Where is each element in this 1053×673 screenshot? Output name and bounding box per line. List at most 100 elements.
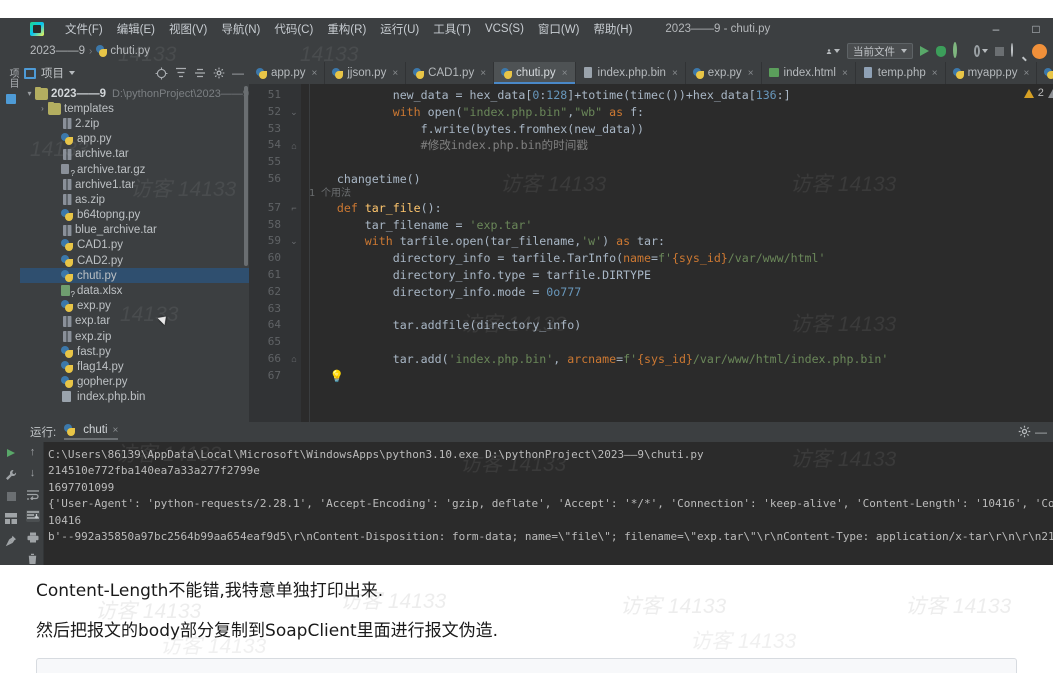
code-line[interactable]: new_data = hex_data[0:128]+totime(timec(…: [301, 87, 1053, 104]
tree-item[interactable]: as.zip: [20, 192, 249, 207]
tree-item[interactable]: CAD1.py: [20, 238, 249, 253]
chevron-down-icon[interactable]: [69, 71, 75, 75]
tree-item[interactable]: exp.tar: [20, 314, 249, 329]
tree-item[interactable]: app.py: [20, 132, 249, 147]
maximize-button[interactable]: □: [1027, 22, 1045, 36]
menu-help[interactable]: 帮助(H): [586, 21, 639, 37]
code-line[interactable]: #修改index.php.bin的时间戳: [301, 137, 1053, 154]
editor-tab-exp-py[interactable]: exp.py ×: [686, 62, 762, 84]
close-icon[interactable]: ×: [842, 68, 848, 79]
menu-vcs[interactable]: VCS(S): [478, 23, 531, 35]
layout-icon[interactable]: [4, 512, 18, 525]
tree-item[interactable]: flag14.py: [20, 359, 249, 374]
code-line[interactable]: changetime(): [301, 171, 1053, 188]
pin-icon[interactable]: [4, 534, 18, 547]
menu-refactor[interactable]: 重构(R): [320, 21, 373, 37]
editor-tab-index-php-bin[interactable]: index.php.bin ×: [576, 62, 686, 84]
code-line[interactable]: directory_info = tarfile.TarInfo(name=f'…: [301, 250, 1053, 267]
scroll-up-icon[interactable]: ↑: [26, 446, 40, 458]
editor-tab-index-html[interactable]: index.html ×: [762, 62, 856, 84]
target-icon[interactable]: [155, 66, 169, 80]
editor-tab-up[interactable]: up: [1037, 62, 1053, 84]
disclosure-triangle-icon[interactable]: ›: [37, 104, 48, 113]
tree-item[interactable]: 2.zip: [20, 116, 249, 131]
print-icon[interactable]: [26, 531, 40, 543]
sidebar-vertical-label[interactable]: 项目: [5, 68, 20, 88]
minimize-panel-icon[interactable]: —: [231, 66, 245, 80]
disclosure-triangle-icon[interactable]: ▾: [24, 89, 35, 98]
scroll-down-icon[interactable]: ↓: [26, 467, 40, 479]
soft-wrap-icon[interactable]: [26, 489, 40, 501]
menu-edit[interactable]: 编辑(E): [110, 21, 162, 37]
code-line[interactable]: 💡: [301, 368, 1053, 385]
minimize-panel-icon[interactable]: —: [1035, 425, 1047, 439]
close-icon[interactable]: ×: [932, 68, 938, 79]
code-line[interactable]: f.write(bytes.fromhex(new_data)): [301, 121, 1053, 138]
coverage-icon[interactable]: [953, 42, 967, 58]
tree-item[interactable]: exp.zip: [20, 329, 249, 344]
fold-marker-icon[interactable]: ⌄: [287, 104, 301, 121]
tree-item[interactable]: fast.py: [20, 344, 249, 359]
stop-icon[interactable]: [995, 46, 1004, 56]
collapse-all-icon[interactable]: [174, 66, 188, 80]
code-line[interactable]: tar.add('index.php.bin', arcname=f'{sys_…: [301, 351, 1053, 368]
debug-icon[interactable]: [936, 45, 946, 57]
tree-item[interactable]: b64topng.py: [20, 208, 249, 223]
tree-item[interactable]: archive1.tar: [20, 177, 249, 192]
menu-run[interactable]: 运行(U): [373, 21, 426, 37]
tree-item[interactable]: archive.tar: [20, 147, 249, 162]
code-line[interactable]: tar_filename = 'exp.tar': [301, 217, 1053, 234]
usage-hint[interactable]: 1 个用法: [301, 188, 1053, 200]
tree-item[interactable]: data.xlsx: [20, 283, 249, 299]
close-icon[interactable]: ×: [113, 425, 119, 436]
user-icon[interactable]: [826, 44, 840, 58]
tree-item[interactable]: › templates: [20, 101, 249, 116]
code-line[interactable]: with tarfile.open(tar_filename,'w') as t…: [301, 233, 1053, 250]
inspection-widget[interactable]: 2 2 ✓ 5 ^: [1023, 86, 1053, 100]
menu-file[interactable]: 文件(F): [58, 21, 110, 37]
menu-code[interactable]: 代码(C): [267, 21, 320, 37]
structure-icon[interactable]: [6, 94, 16, 104]
code-line[interactable]: directory_info.mode = 0o777: [301, 284, 1053, 301]
close-icon[interactable]: ×: [311, 68, 317, 79]
code-line[interactable]: with open("index.php.bin","wb" as f:: [301, 104, 1053, 121]
tree-item[interactable]: blue_archive.tar: [20, 223, 249, 238]
close-icon[interactable]: ×: [480, 68, 486, 79]
close-icon[interactable]: ×: [748, 68, 754, 79]
menu-view[interactable]: 视图(V): [162, 21, 214, 37]
sidebar-scrollbar[interactable]: [243, 86, 248, 266]
menu-tools[interactable]: 工具(T): [426, 21, 478, 37]
breadcrumb-project[interactable]: 2023——9: [30, 45, 85, 57]
editor-tab-jjson-py[interactable]: jjson.py ×: [325, 62, 407, 84]
menu-window[interactable]: 窗口(W): [531, 21, 587, 37]
rerun-icon[interactable]: [4, 446, 18, 459]
settings-icon[interactable]: [1018, 425, 1031, 441]
tree-item[interactable]: ▾ 2023——9 D:\pythonProject\2023——9: [20, 86, 249, 101]
editor-tab-myapp-py[interactable]: myapp.py ×: [946, 62, 1038, 84]
tree-item[interactable]: gopher.py: [20, 375, 249, 390]
editor-tab-chuti-py[interactable]: chuti.py ×: [494, 62, 576, 84]
code-line[interactable]: directory_info.type = tarfile.DIRTYPE: [301, 267, 1053, 284]
close-icon[interactable]: ×: [672, 68, 678, 79]
editor-tab-app-py[interactable]: app.py ×: [249, 62, 326, 84]
close-icon[interactable]: ×: [562, 68, 568, 79]
minimize-button[interactable]: –: [987, 22, 1005, 36]
fold-marker-icon[interactable]: ⌐: [287, 200, 301, 217]
run-icon[interactable]: [920, 46, 929, 56]
tree-item[interactable]: archive.tar.gz: [20, 162, 249, 178]
console-output[interactable]: C:\Users\86139\AppData\Local\Microsoft\W…: [44, 442, 1053, 565]
code-line[interactable]: [301, 334, 1053, 351]
editor-tab-temp-php[interactable]: temp.php ×: [856, 62, 946, 84]
search-icon[interactable]: [1011, 43, 1025, 58]
run-configuration-select[interactable]: 当前文件: [847, 43, 913, 59]
scroll-to-end-icon[interactable]: [25, 509, 40, 523]
code-line[interactable]: [301, 301, 1053, 318]
tree-item[interactable]: chuti.py: [20, 268, 249, 284]
settings-icon[interactable]: [212, 66, 226, 80]
trash-icon[interactable]: [26, 553, 40, 565]
menu-navigate[interactable]: 导航(N): [214, 21, 267, 37]
code-line[interactable]: [301, 154, 1053, 171]
fold-marker-icon[interactable]: ⌂: [287, 137, 301, 154]
fold-marker-icon[interactable]: ⌂: [287, 351, 301, 368]
code-line[interactable]: def tar_file():: [301, 200, 1053, 217]
